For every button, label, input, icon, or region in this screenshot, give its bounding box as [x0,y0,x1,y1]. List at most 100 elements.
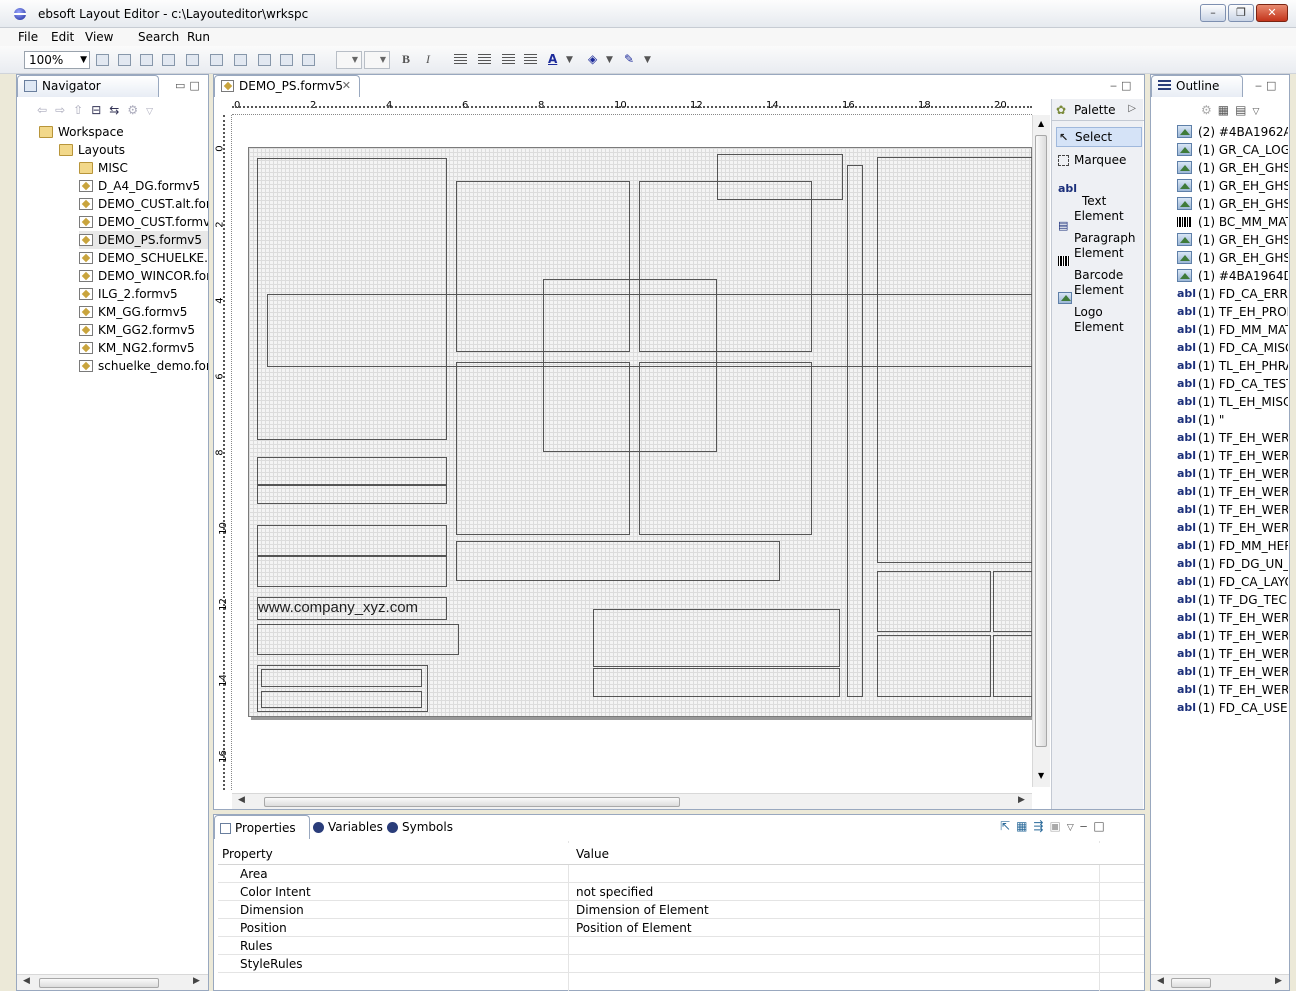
minimize-button[interactable]: – [1200,4,1226,22]
scrollbar-thumb[interactable] [39,978,159,988]
outline-item[interactable]: (1) TF_EH_WERKS [1198,627,1288,645]
view-menu-icon[interactable]: ▽ [146,107,161,117]
tree-file[interactable]: schuelke_demo.forn [79,357,208,375]
outline-item[interactable]: (1) GR_EH_GHS_2 [1198,159,1288,177]
outline-item[interactable]: (1) TF_EH_PROD_ [1198,303,1288,321]
palette-text-element[interactable]: abl Text Element [1056,179,1142,223]
fill-color-icon[interactable]: ◈ [588,52,597,66]
palette-paragraph-element[interactable]: ▤ Paragraph Element [1056,216,1142,260]
outline-item[interactable]: (1) GR_EH_GHS_4 [1198,231,1288,249]
line-color-dropdown-icon[interactable]: ▼ [644,55,651,65]
outline-item[interactable]: (1) FD_MM_MAT [1198,321,1288,339]
outline-item[interactable]: (1) FD_DG_UN_02 [1198,555,1288,573]
font-color-dropdown-icon[interactable]: ▼ [566,55,573,65]
filter-icon[interactable]: ⚙ [127,103,146,117]
outline-item[interactable]: (1) TL_EH_PHRAS [1198,357,1288,375]
scroll-up-icon[interactable]: ▲ [1038,119,1044,128]
align-middle-icon[interactable] [186,54,199,66]
palette-marquee-tool[interactable]: Marquee [1056,151,1142,171]
tree-file[interactable]: DEMO_PS.formv5 [79,231,208,249]
property-row[interactable]: StyleRules [218,955,1144,973]
match-height-icon[interactable] [258,54,271,66]
scroll-left-icon[interactable]: ◀ [238,795,245,805]
editor-horizontal-scrollbar[interactable]: ◀ ▶ [232,793,1032,809]
minimize-view-icon[interactable]: ‒ [1080,819,1094,833]
property-row[interactable]: Dimension Dimension of Element [218,901,1144,919]
layout-element[interactable] [639,362,812,535]
fill-color-dropdown-icon[interactable]: ▼ [606,55,613,65]
close-tab-icon[interactable]: ✕ [342,79,351,92]
tree-file[interactable]: DEMO_CUST.alt.forr [79,195,208,213]
palette-barcode-element[interactable]: Barcode Element [1056,253,1142,297]
font-size-select[interactable]: ▼ [364,51,390,69]
zoom-select[interactable]: 100% ▼ [24,51,90,69]
tree-folder[interactable]: MISC [79,159,208,177]
property-row[interactable]: Area [218,865,1144,883]
layout-canvas[interactable]: www.company_xyz.com [248,147,1037,717]
tab-demo-ps[interactable]: DEMO_PS.formv5 ✕ [214,75,360,97]
outline-item[interactable]: (1) TF_EH_WERKS [1198,609,1288,627]
graphical-view-icon[interactable]: ▤ [1235,103,1252,117]
scroll-right-icon[interactable]: ▶ [193,976,200,986]
tree-folder[interactable]: Layouts [59,141,208,159]
scroll-down-icon[interactable]: ▼ [1038,771,1044,780]
tab-properties[interactable]: Properties [214,815,310,839]
outline-item[interactable]: (1) TF_EH_WERKS [1198,483,1288,501]
view-menu-icon[interactable]: ▽ [1252,107,1265,117]
property-value[interactable]: Dimension of Element [576,901,709,919]
property-row[interactable]: Color Intent not specified [218,883,1144,901]
navigator-view-controls[interactable]: ▭□ [175,79,204,92]
font-color-icon[interactable]: A [548,52,557,66]
editor-view-controls[interactable]: ‒□ [1110,79,1135,92]
text-justify-icon[interactable] [524,54,537,66]
outline-item[interactable]: (1) FD_CA_TEST [1198,375,1288,393]
tree-view-icon[interactable]: ▦ [1218,103,1235,117]
restore-default-icon[interactable]: ▣ [1049,819,1066,833]
distribute-icon[interactable] [280,54,293,66]
property-row[interactable]: Position Position of Element [218,919,1144,937]
outline-item[interactable]: (1) TF_DG_TECHI [1198,591,1288,609]
align-top-icon[interactable] [162,54,175,66]
tab-navigator[interactable]: Navigator [17,75,159,97]
outline-item[interactable]: (1) TF_EH_WERKS [1198,447,1288,465]
outline-item[interactable]: (1) GR_EH_GHS_1 [1198,195,1288,213]
align-bottom-icon[interactable] [210,54,223,66]
palette-collapse-icon[interactable]: ▷ [1128,103,1136,114]
menu-edit[interactable]: Edit [51,30,74,44]
pin-icon[interactable]: ⇱ [1000,819,1016,833]
outline-item[interactable]: (1) FD_CA_ERROI [1198,285,1288,303]
layout-element[interactable] [993,635,1033,697]
align-left-icon[interactable] [96,54,109,66]
layout-element[interactable] [456,362,630,535]
layout-element[interactable] [593,668,840,697]
show-categories-icon[interactable]: ▦ [1016,819,1033,833]
outline-horizontal-scrollbar[interactable]: ◀ ▶ [1151,974,1289,990]
tree-file[interactable]: DEMO_CUST.formv! [79,213,208,231]
text-align-left-icon[interactable] [454,54,467,66]
tree-folder[interactable]: Workspace [39,123,208,141]
layout-element[interactable] [257,555,447,557]
menu-search[interactable]: Search [138,30,179,44]
layout-element[interactable] [847,165,863,697]
menu-view[interactable]: View [85,30,113,44]
collapse-all-icon[interactable]: ⊟ [91,103,109,117]
align-right-icon[interactable] [140,54,153,66]
menu-run[interactable]: Run [187,30,210,44]
property-row[interactable]: Rules [218,937,1144,955]
filter-icon[interactable]: ⚙ [1201,103,1218,117]
layout-element[interactable] [261,669,422,687]
outline-item[interactable]: (2) #4BA1962AB6 [1198,123,1288,141]
scroll-right-icon[interactable]: ▶ [1275,976,1282,986]
outline-item[interactable]: (1) TF_EH_WERKS [1198,519,1288,537]
property-value[interactable]: not specified [576,883,653,901]
tree-file[interactable]: ILG_2.formv5 [79,285,208,303]
layout-element[interactable] [257,624,459,655]
tree-file[interactable]: KM_GG2.formv5 [79,321,208,339]
layout-element[interactable] [261,691,422,708]
match-width-icon[interactable] [234,54,247,66]
tree-file[interactable]: KM_NG2.formv5 [79,339,208,357]
outline-item[interactable]: (1) BC_MM_MAT [1198,213,1288,231]
property-value[interactable]: Position of Element [576,919,692,937]
outline-item[interactable]: (1) TL_EH_MISC_( [1198,393,1288,411]
tree-file[interactable]: D_A4_DG.formv5 [79,177,208,195]
